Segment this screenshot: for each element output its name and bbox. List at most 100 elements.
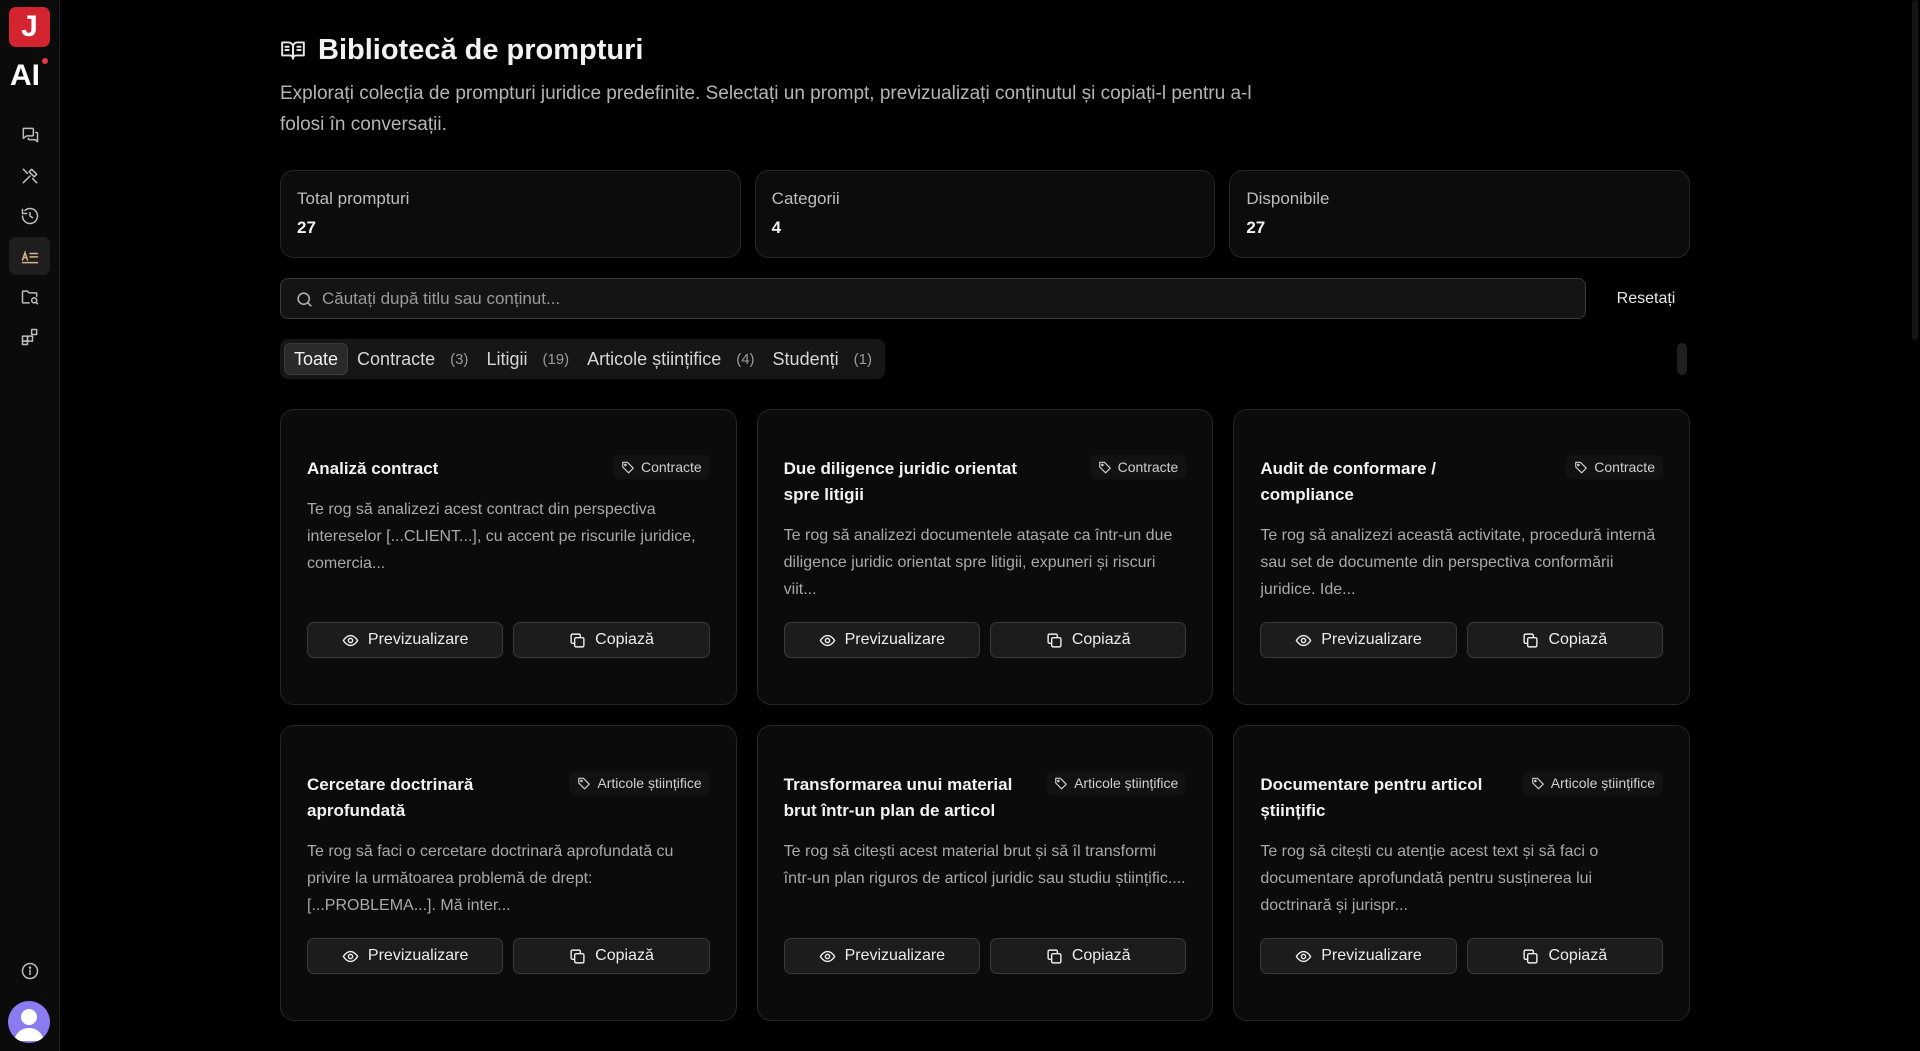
tab-label: Contracte [357,348,436,369]
tools-icon [22,168,37,184]
copy-button[interactable]: Copiază [513,938,710,974]
prompt-grid: Analiză contract Contracte Te rog să ana… [280,409,1690,1021]
category-tag: Articole științifice [1046,771,1187,795]
eye-icon [819,634,835,646]
page-subtitle: Explorați colecția de prompturi juridice… [280,83,1252,135]
search-input[interactable] [322,279,1572,318]
sidebar-item-documents[interactable] [9,278,50,316]
card-description: Te rog să analizezi documentele atașate … [783,527,1173,598]
sidebar-item-apps[interactable] [9,318,50,356]
copy-label: Copiază [595,631,654,648]
search-box [280,278,1586,319]
prompt-card: Audit de conformare / compliance Contrac… [1233,409,1690,705]
copy-label: Copiază [1071,947,1131,964]
page-header: Bibliotecă de prompturi [280,30,643,70]
tag-icon [622,461,634,474]
stat-value: 4 [771,218,782,237]
tab-contracts[interactable]: Contracte (3) [348,343,477,375]
preview-label: Previzualizare [1321,947,1422,964]
sidebar-item-prompt-library[interactable] [9,237,50,275]
card-title: Due diligence juridic orientat spre liti… [783,459,1017,504]
copy-button[interactable]: Copiază [1466,938,1663,974]
tab-label: Litigii [486,348,528,369]
category-tag: Contracte [612,455,710,479]
copy-button[interactable]: Copiază [990,938,1187,974]
copy-button[interactable]: Copiază [990,622,1187,658]
sidebar-item-history[interactable] [9,197,50,235]
ai-logo: AI [10,56,52,96]
copy-button[interactable]: Copiază [1466,622,1663,658]
tag-label: Articole științifice [597,775,702,791]
copy-label: Copiază [1548,631,1608,648]
reset-button[interactable]: Resetați [1602,278,1690,319]
prompt-card: Cercetare doctrinară aprofundată Articol… [280,725,737,1021]
sidebar-item-tools[interactable] [9,157,50,195]
user-avatar-icon [14,1009,44,1041]
card-title: Analiză contract [307,459,439,478]
preview-label: Previzualizare [1321,631,1422,648]
stat-categories: Categorii 4 [754,170,1216,258]
card-description: Te rog să citești acest material brut și… [783,843,1186,887]
sidebar: J AI [0,0,60,1051]
category-tag: Contracte [1089,455,1187,479]
tag-label: Contracte [1594,459,1655,475]
app-logo[interactable]: J [9,7,50,47]
stats-row: Total prompturi 27 Categorii 4 Disponibi… [280,170,1691,258]
history-icon [21,207,38,225]
copy-label: Copiază [1548,947,1608,964]
stat-value: 27 [1246,218,1266,237]
tab-count: (4) [736,350,755,368]
copy-label: Copiază [595,947,654,964]
eye-icon [342,634,359,646]
preview-button[interactable]: Previzualizare [783,938,980,974]
copy-icon [1047,948,1062,964]
search-row: Resetați [280,278,1690,319]
copy-icon [1047,632,1062,648]
tag-label: Articole științifice [1550,775,1655,791]
copy-icon [570,632,585,648]
eye-icon [819,950,835,962]
tab-count: (1) [853,350,872,368]
tabs-scroll-indicator[interactable] [1677,343,1687,375]
tag-icon [1575,461,1588,474]
prompt-card: Documentare pentru articol științific Ar… [1233,725,1690,1021]
copy-button[interactable]: Copiază [513,622,710,658]
eye-icon [342,950,359,962]
card-description: Te rog să faci o cercetare doctrinară ap… [307,843,674,914]
category-tag: Articole științifice [569,771,710,795]
card-actions: Previzualizare Copiază [783,938,1187,974]
category-tag: Articole științifice [1522,771,1663,795]
ai-logo-dot [42,58,48,64]
page-scrollbar[interactable] [1912,0,1918,340]
tag-icon [1055,777,1067,790]
preview-button[interactable]: Previzualizare [307,622,504,658]
tab-litigation[interactable]: Litigii (19) [477,343,578,375]
stat-label: Total prompturi [297,189,410,208]
preview-button[interactable]: Previzualizare [1260,938,1457,974]
stat-value: 27 [297,218,316,237]
preview-button[interactable]: Previzualizare [1260,622,1457,658]
card-title: Audit de conformare / compliance [1260,459,1437,504]
tag-label: Contracte [640,459,702,475]
sidebar-item-chat[interactable] [9,116,50,154]
tab-all[interactable]: Toate [284,343,349,375]
preview-button[interactable]: Previzualizare [783,622,980,658]
prompt-card: Analiză contract Contracte Te rog să ana… [280,409,737,705]
chat-icon [22,127,38,143]
stat-label: Categorii [771,189,840,208]
tab-scientific-articles[interactable]: Articole științifice (4) [578,343,763,375]
copy-icon [570,948,585,964]
preview-label: Previzualizare [844,631,946,648]
folder-search-icon [21,290,38,305]
tab-students[interactable]: Studenți (1) [764,343,881,375]
preview-button[interactable]: Previzualizare [307,938,504,974]
card-actions: Previzualizare Copiază [1260,622,1663,658]
sidebar-item-info[interactable] [9,952,50,990]
card-description: Te rog să analizezi această activitate, … [1260,527,1656,598]
ai-logo-text: AI [10,59,40,92]
card-description: Te rog să analizezi acest contract din p… [307,501,696,572]
tag-icon [1531,777,1544,790]
book-icon [281,41,305,60]
tag-icon [1098,461,1111,474]
user-avatar[interactable] [8,1001,50,1043]
